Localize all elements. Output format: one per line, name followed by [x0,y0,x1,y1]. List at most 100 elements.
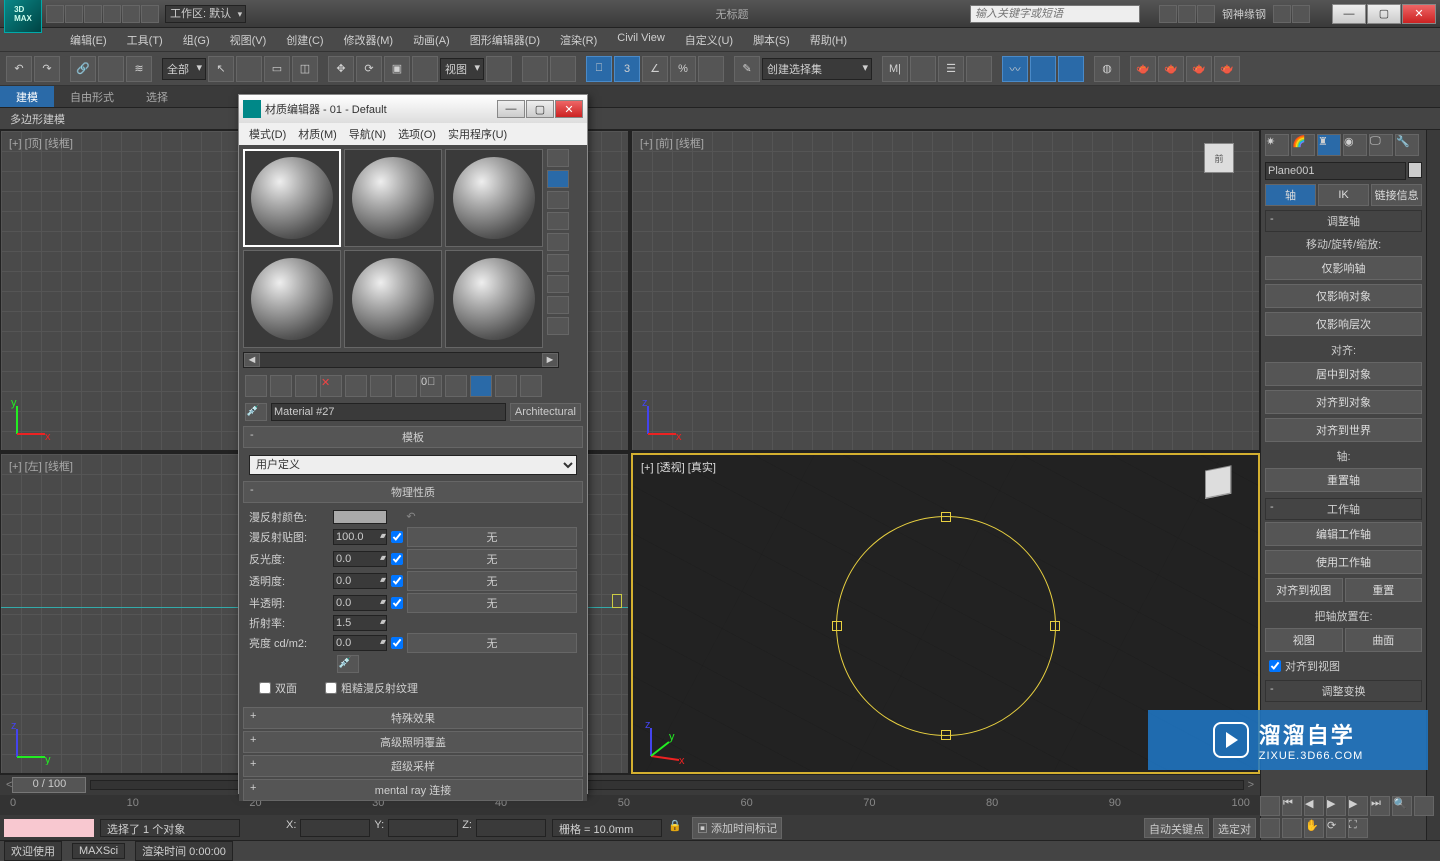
menu-rendering[interactable]: 渲染(R) [550,28,607,51]
place-surface-button[interactable]: 曲面 [1345,628,1423,652]
material-slot-scrollbar[interactable]: ◄► [243,352,559,368]
viewport-label-perspective[interactable]: [+] [透视] [真实] [641,459,716,475]
mirror-button[interactable]: M| [882,56,908,82]
ribbon-tab-selection[interactable]: 选择 [130,86,184,107]
shininess-checkbox[interactable] [391,553,403,565]
auto-key-button[interactable]: 自动关键点 [1144,818,1209,838]
orbit-button[interactable]: ⟳ [1326,818,1346,838]
mateditor-maximize-button[interactable]: ▢ [526,100,554,118]
play-button[interactable]: ▶ [1326,796,1346,816]
menu-group[interactable]: 组(G) [173,28,220,51]
qat-save-icon[interactable] [84,5,102,23]
material-slot-2[interactable] [344,149,442,247]
viewport-front[interactable]: [+] [前] [线框] 前 zx [631,130,1260,451]
ref-coord-dropdown[interactable]: 视图 [440,58,484,80]
selected-button[interactable]: 选定对 [1213,818,1256,838]
curve-editor-button[interactable]: 〰 [1002,56,1028,82]
object-color-swatch[interactable] [1408,162,1422,178]
show-end-result-icon[interactable] [470,375,492,397]
ribbon-tab-freeform[interactable]: 自由形式 [54,86,130,107]
coord-z-field[interactable] [476,819,546,837]
create-tab-icon[interactable]: ✷ [1265,134,1289,156]
get-material-icon[interactable] [245,375,267,397]
rollout-adjust-pivot[interactable]: -调整轴 [1265,210,1422,232]
rollout-physical[interactable]: -物理性质 [243,481,583,503]
qat-redo-icon[interactable] [122,5,140,23]
linkinfo-tab-button[interactable]: 链接信息 [1371,184,1422,206]
luminance-map-button[interactable]: 无 [407,633,577,653]
signin-icon[interactable] [1197,5,1215,23]
pan-button[interactable]: ✋ [1304,818,1324,838]
select-manipulate-button[interactable] [522,56,548,82]
pivot-tab-button[interactable]: 轴 [1265,184,1316,206]
unlink-icon[interactable] [98,56,124,82]
transparency-checkbox[interactable] [391,575,403,587]
select-by-material-icon[interactable] [547,296,569,314]
app-logo[interactable]: 3DMAX [4,0,42,33]
menu-civilview[interactable]: Civil View [607,28,674,51]
set-key-button[interactable] [1260,796,1280,816]
menu-tools[interactable]: 工具(T) [117,28,173,51]
scale-button[interactable]: ▣ [384,56,410,82]
maximize-viewport-button[interactable]: ⛶ [1348,818,1368,838]
shininess-map-button[interactable]: 无 [407,549,577,569]
material-slot-3[interactable] [445,149,543,247]
material-slot-1[interactable] [243,149,341,247]
material-name-field[interactable] [271,403,506,421]
render-frame-button[interactable]: 🫖 [1158,56,1184,82]
reset-map-icon[interactable]: ✕ [320,375,342,397]
utilities-tab-icon[interactable]: 🔧 [1395,134,1419,156]
template-dropdown[interactable]: 用户定义 [249,455,577,475]
menu-maxscript[interactable]: 脚本(S) [743,28,800,51]
search-icon[interactable] [1159,5,1177,23]
rollout-adv-lighting[interactable]: +高级照明覆盖 [243,731,583,753]
keyboard-shortcut-button[interactable] [550,56,576,82]
spinner-snap-button[interactable]: % [670,56,696,82]
qat-new-icon[interactable] [46,5,64,23]
select-region-button[interactable]: ▭ [264,56,290,82]
menu-help[interactable]: 帮助(H) [800,28,857,51]
select-object-button[interactable]: ↖ [208,56,234,82]
transparency-spinner[interactable]: 0.0▴▾ [333,573,387,589]
exchange-icon[interactable] [1273,5,1291,23]
translucency-checkbox[interactable] [391,597,403,609]
link-icon[interactable]: 🔗 [70,56,96,82]
time-slider[interactable]: < 0 / 100 > [0,775,1260,795]
matmenu-material[interactable]: 材质(M) [292,123,343,145]
make-copy-icon[interactable] [345,375,367,397]
rollout-adjust-transform[interactable]: -调整变换 [1265,680,1422,702]
modify-tab-icon[interactable]: 🌈 [1291,134,1315,156]
motion-tab-icon[interactable]: ◉ [1343,134,1367,156]
translucency-map-button[interactable]: 无 [407,593,577,613]
material-id-icon[interactable]: 0⃣ [420,375,442,397]
viewport-label-left[interactable]: [+] [左] [线框] [9,458,73,474]
zoom-all-button[interactable] [1414,796,1434,816]
snap-options-button[interactable] [698,56,724,82]
menu-edit[interactable]: 编辑(E) [60,28,117,51]
coord-y-field[interactable] [388,819,458,837]
material-slot-4[interactable] [243,250,341,348]
time-ruler[interactable]: 0102030405060708090100 [0,795,1260,815]
rollout-template[interactable]: -模板 [243,426,583,448]
selection-filter-dropdown[interactable]: 全部 [162,58,206,80]
qat-undo-icon[interactable] [103,5,121,23]
favorites-icon[interactable] [1178,5,1196,23]
backlight-icon[interactable] [547,170,569,188]
window-close-button[interactable]: ✕ [1402,4,1436,24]
go-forward-icon[interactable] [520,375,542,397]
use-working-pivot-button[interactable]: 使用工作轴 [1265,550,1422,574]
render-iterative-button[interactable]: 🫖 [1214,56,1240,82]
make-unique-icon[interactable] [370,375,392,397]
pick-material-icon[interactable]: 💉 [245,403,267,421]
menu-modifiers[interactable]: 修改器(M) [334,28,404,51]
goto-start-button[interactable]: ⏮ [1282,796,1302,816]
time-slider-handle[interactable]: 0 / 100 [12,777,86,793]
ik-tab-button[interactable]: IK [1318,184,1369,206]
align-button[interactable] [910,56,936,82]
select-by-name-button[interactable] [236,56,262,82]
two-sided-checkbox[interactable]: 双面 [255,678,301,698]
material-type-button[interactable]: Architectural [510,403,581,421]
zoom-button[interactable]: 🔍 [1392,796,1412,816]
object-name-field[interactable] [1265,162,1406,180]
video-color-icon[interactable] [547,233,569,251]
